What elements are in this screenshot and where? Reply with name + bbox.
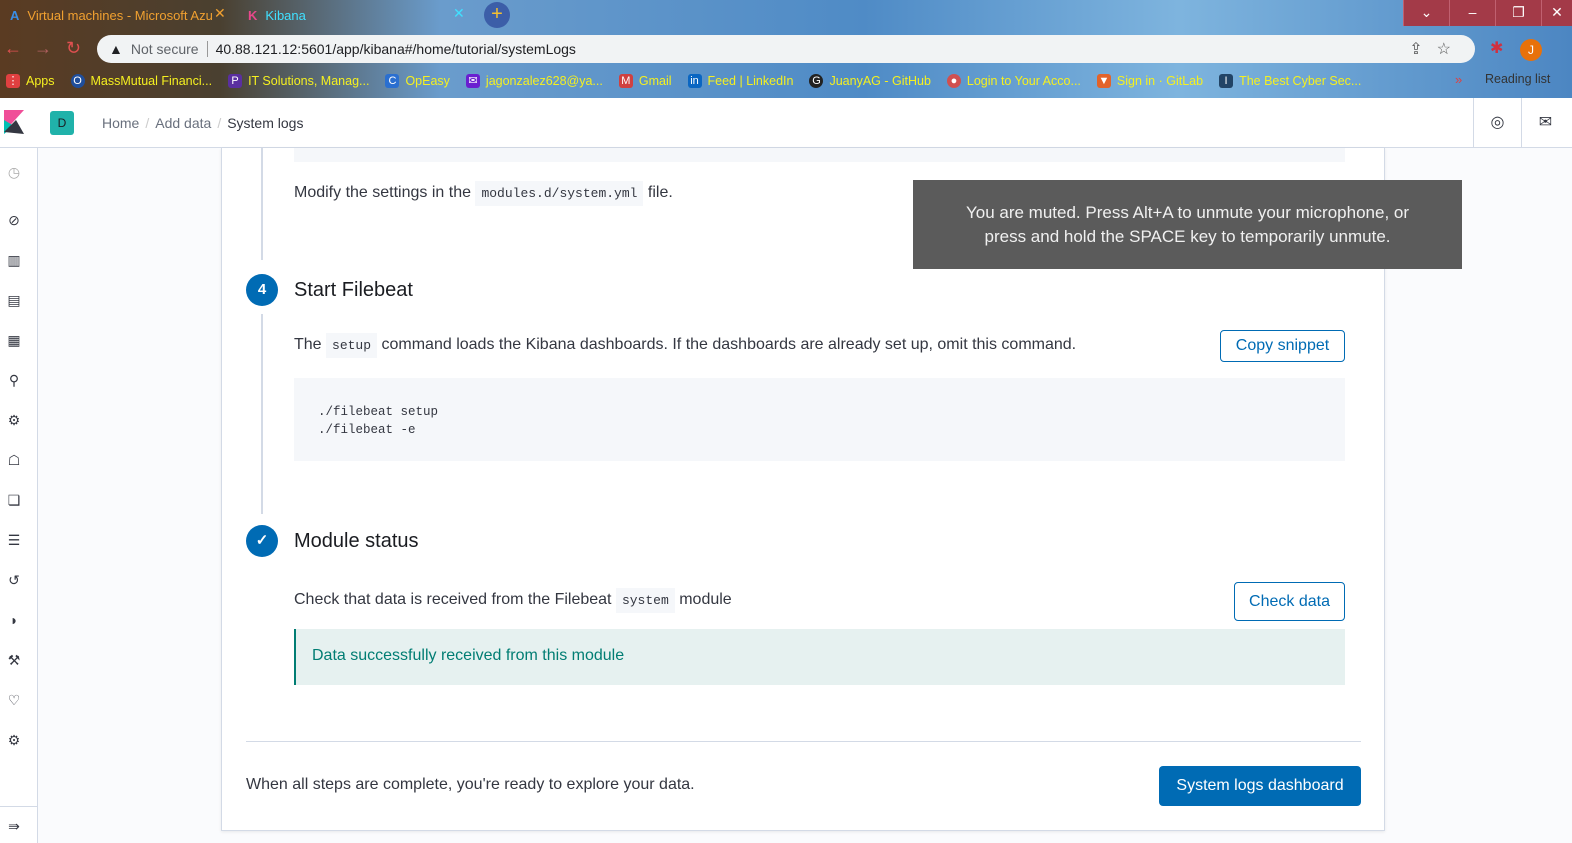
monitoring-icon[interactable]: ♡ [4,692,24,712]
ml-icon[interactable]: ⚙ [4,412,24,432]
check-icon: ✓ [246,525,278,557]
bookmark[interactable]: P IT Solutions, Manag... [228,74,369,88]
status-description: Check that data is received from the Fil… [294,588,732,613]
bookmark-apps[interactable]: ⋮ Apps [6,74,55,88]
tab-search-button[interactable]: ⌄ [1403,0,1449,26]
bookmark[interactable]: I The Best Cyber Sec... [1219,74,1361,88]
bookmark[interactable]: C OpEasy [385,74,450,88]
kibana-header: D Home / Add data / System logs ◎ ✉ [0,98,1572,148]
success-callout: Data successfully received from this mod… [294,629,1345,685]
bookmark[interactable]: O MassMutual Financi... [70,74,212,88]
toast-line: press and hold the SPACE key to temporar… [984,227,1391,246]
breadcrumb-home[interactable]: Home [102,115,139,131]
bookmark[interactable]: in Feed | LinkedIn [687,74,793,88]
code-line: ./filebeat -e [318,423,416,437]
warning-icon: ▲ [109,41,123,57]
profile-avatar[interactable]: J [1520,39,1542,61]
breadcrumb-add-data[interactable]: Add data [155,115,211,131]
discover-icon[interactable]: ⊘ [4,212,24,232]
step-title: Module status [294,530,419,552]
kibana-sidebar: ◷ ⊘ ▥ ▤ ▦ ⚲ ⚙ ☖ ❏ ☰ ↺ ◗ ⚒ ♡ ⚙ ⇛ [0,148,38,843]
bookmark[interactable]: ✉ jagonzalez628@ya... [465,74,603,88]
system-logs-dashboard-button[interactable]: System logs dashboard [1159,766,1361,806]
maps-icon[interactable]: ⚲ [4,372,24,392]
close-window-button[interactable]: ✕ [1541,0,1572,26]
reload-icon[interactable]: ↻ [66,38,81,59]
breadcrumb: Home / Add data / System logs [102,115,304,131]
minimize-button[interactable]: – [1449,0,1495,26]
url-text[interactable]: 40.88.121.12:5601/app/kibana#/home/tutor… [216,41,576,57]
uptime-icon[interactable]: ↺ [4,572,24,592]
bookmarks-bar: ⋮ Apps O MassMutual Financi... P IT Solutio… [0,71,1377,91]
collapse-nav-icon[interactable]: ⇛ [4,818,24,838]
tab-azure[interactable]: A Virtual machines - Microsoft Azu [10,4,213,26]
close-tab-icon[interactable]: ✕ [214,5,226,22]
code-block [294,148,1345,162]
infrastructure-icon[interactable]: ☖ [4,452,24,472]
more-bookmarks[interactable]: » [1455,72,1462,87]
extensions-icon[interactable]: ✱ [1490,38,1503,58]
browser-chrome: A Virtual machines - Microsoft Azu ✕ K Kib… [0,0,1572,98]
apm-icon[interactable]: ☰ [4,532,24,552]
bookmark[interactable]: ▼ Sign in · GitLab [1096,74,1203,88]
logs-icon[interactable]: ❏ [4,492,24,512]
bookmark[interactable]: ● Login to Your Acco... [946,74,1081,88]
step-line [261,314,263,514]
forward-icon[interactable]: → [34,38,52,59]
address-bar[interactable]: ▲ Not secure 40.88.121.12:5601/app/kiban… [97,35,1475,63]
kibana-icon: K [248,7,258,23]
code-block: ./filebeat setup ./filebeat -e [294,378,1345,461]
management-icon[interactable]: ⚙ [4,732,24,752]
kibana-logo-icon[interactable] [4,110,24,134]
new-tab-button[interactable]: + [484,2,510,28]
bookmark[interactable]: G JuanyAG - GitHub [809,74,931,88]
siem-icon[interactable]: ◗ [4,612,24,632]
reading-list[interactable]: Reading list [1485,72,1550,86]
star-icon[interactable]: ☆ [1437,41,1465,58]
check-data-button[interactable]: Check data [1234,582,1345,621]
mail-icon[interactable]: ✉ [1521,98,1569,148]
toast-line: You are muted. Press Alt+A to unmute you… [965,203,1410,222]
visualize-icon[interactable]: ▥ [4,252,24,272]
back-icon[interactable]: ← [4,38,22,59]
footer-text: When all steps are complete, you're read… [246,776,695,793]
dashboard-icon[interactable]: ▤ [4,292,24,312]
mute-notification: You are muted. Press Alt+A to unmute you… [913,180,1462,269]
space-badge[interactable]: D [50,111,74,135]
modify-settings-text: Modify the settings in the modules.d/sys… [294,181,673,206]
divider [246,741,1361,742]
help-icon[interactable]: ◎ [1473,98,1521,148]
step-title: Start Filebeat [294,279,413,301]
close-tab-icon[interactable]: ✕ [453,5,465,22]
step-number: 4 [246,274,278,306]
share-icon[interactable]: ⇪ [1409,41,1436,58]
tab-kibana[interactable]: K Kibana [248,4,306,26]
code-line: ./filebeat setup [318,405,439,419]
copy-snippet-button[interactable]: Copy snippet [1220,330,1345,362]
canvas-icon[interactable]: ▦ [4,332,24,352]
recent-icon[interactable]: ◷ [4,164,24,184]
restore-button[interactable]: ❐ [1495,0,1541,26]
dev-tools-icon[interactable]: ⚒ [4,652,24,672]
bookmark[interactable]: M Gmail [618,74,672,88]
setup-description: The setup command loads the Kibana dashb… [294,333,1076,358]
breadcrumb-current: System logs [227,115,304,131]
step-line [261,148,263,260]
azure-icon: A [10,7,20,23]
